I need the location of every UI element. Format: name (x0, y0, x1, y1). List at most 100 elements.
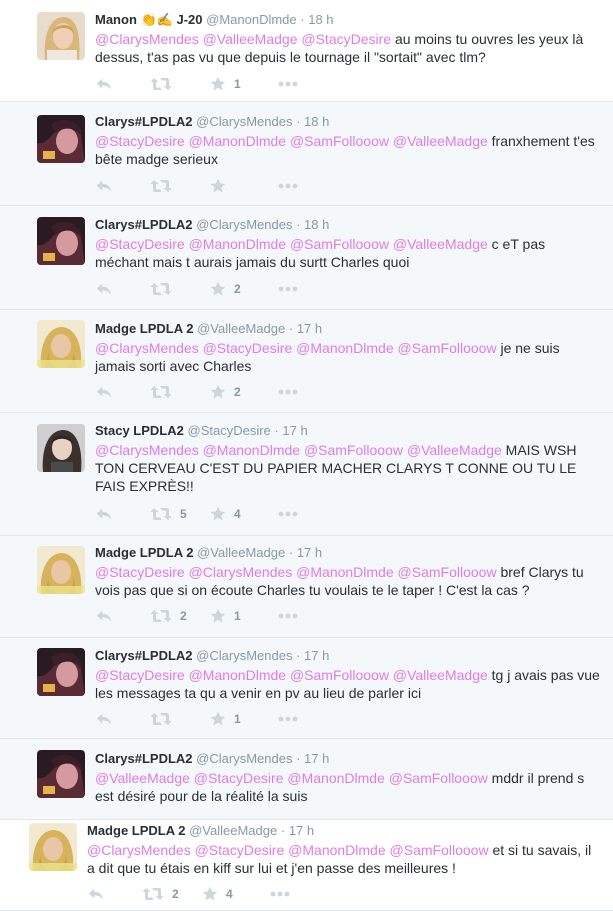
mention-link[interactable]: @ValleeMadge (393, 236, 488, 252)
tweet[interactable]: Manon 👏✍ J-20 @ManonDlmde · 18 h @ClarysM… (0, 0, 613, 102)
more-button[interactable] (278, 382, 298, 402)
user-handle[interactable]: @ValleeMadge (197, 321, 285, 336)
reply-button[interactable] (95, 606, 113, 626)
mention-link[interactable]: @StacyDesire (95, 564, 185, 580)
avatar[interactable] (37, 750, 85, 798)
more-button[interactable] (278, 504, 298, 524)
mention-link[interactable]: @StacyDesire (195, 842, 285, 858)
user-name[interactable]: Clarys#LPDLA2 (95, 217, 193, 232)
user-handle[interactable]: @ClarysMendes (196, 217, 292, 232)
tweet-time[interactable]: 17 h (282, 423, 307, 438)
mention-link[interactable]: @ManonDlmde (189, 236, 286, 252)
reply-button[interactable] (95, 279, 113, 299)
retweet-button[interactable]: 5 (150, 504, 187, 524)
reply-button[interactable] (95, 74, 113, 94)
mention-link[interactable]: @StacyDesire (301, 31, 391, 47)
retweet-button[interactable]: 2 (142, 884, 179, 904)
user-name[interactable]: Stacy LPDLA2 (95, 423, 184, 438)
mention-link[interactable]: @SamFollooow (290, 133, 389, 149)
mention-link[interactable]: @SamFollooow (390, 842, 489, 858)
retweet-button[interactable] (150, 709, 180, 729)
mention-link[interactable]: @ManonDlmde (287, 770, 384, 786)
reply-button[interactable] (95, 382, 113, 402)
user-name[interactable]: Manon 👏✍ J-20 (95, 12, 203, 27)
more-button[interactable] (278, 74, 298, 94)
tweet-time[interactable]: 17 h (297, 545, 322, 560)
tweet-time[interactable]: 18 h (308, 12, 333, 27)
more-button[interactable] (278, 709, 298, 729)
more-button[interactable] (278, 606, 298, 626)
retweet-button[interactable]: 2 (150, 606, 187, 626)
mention-link[interactable]: @StacyDesire (95, 667, 185, 683)
tweet[interactable]: Clarys#LPDLA2 @ClarysMendes · 17 h @Valle… (0, 739, 613, 820)
avatar[interactable] (37, 424, 85, 472)
user-name[interactable]: Madge LPDLA 2 (95, 321, 193, 336)
retweet-button[interactable] (150, 279, 180, 299)
user-handle[interactable]: @ValleeMadge (197, 545, 285, 560)
avatar[interactable] (37, 546, 85, 594)
avatar[interactable] (37, 115, 85, 163)
user-name[interactable]: Clarys#LPDLA2 (95, 751, 193, 766)
tweet[interactable]: Clarys#LPDLA2 @ClarysMendes · 18 h @Stacy… (0, 102, 613, 206)
mention-link[interactable]: @ValleeMadge (95, 770, 190, 786)
user-handle[interactable]: @ValleeMadge (189, 823, 277, 838)
tweet-time[interactable]: 17 h (297, 321, 322, 336)
user-handle[interactable]: @ClarysMendes (196, 751, 292, 766)
user-handle[interactable]: @StacyDesire (188, 423, 271, 438)
avatar[interactable] (37, 217, 85, 265)
favorite-button[interactable]: 4 (202, 884, 233, 904)
mention-link[interactable]: @ValleeMadge (393, 133, 488, 149)
more-button[interactable] (270, 884, 290, 904)
tweet-time[interactable]: 18 h (304, 217, 329, 232)
more-button[interactable] (278, 176, 298, 196)
tweet-time[interactable]: 18 h (304, 114, 329, 129)
user-name[interactable]: Madge LPDLA 2 (87, 823, 185, 838)
mention-link[interactable]: @ValleeMadge (407, 442, 502, 458)
mention-link[interactable]: @ClarysMendes (95, 31, 199, 47)
mention-link[interactable]: @ClarysMendes (95, 442, 199, 458)
retweet-button[interactable] (150, 74, 180, 94)
mention-link[interactable]: @SamFollooow (398, 564, 497, 580)
mention-link[interactable]: @ClarysMendes (87, 842, 191, 858)
mention-link[interactable]: @ManonDlmde (288, 842, 385, 858)
mention-link[interactable]: @ManonDlmde (296, 340, 393, 356)
reply-button[interactable] (95, 709, 113, 729)
avatar[interactable] (29, 823, 77, 871)
mention-link[interactable]: @ManonDlmde (203, 442, 300, 458)
reply-button[interactable] (95, 176, 113, 196)
mention-link[interactable]: @ValleeMadge (203, 31, 298, 47)
reply-button[interactable] (87, 884, 105, 904)
favorite-button[interactable]: 4 (210, 504, 241, 524)
mention-link[interactable]: @StacyDesire (203, 340, 293, 356)
tweet-time[interactable]: 17 h (304, 648, 329, 663)
mention-link[interactable]: @ClarysMendes (95, 340, 199, 356)
reply-button[interactable] (95, 504, 113, 524)
tweet-time[interactable]: 17 h (289, 823, 314, 838)
mention-link[interactable]: @SamFollooow (304, 442, 403, 458)
more-button[interactable] (278, 279, 298, 299)
favorite-button[interactable]: 2 (210, 279, 241, 299)
avatar[interactable] (37, 648, 85, 696)
favorite-button[interactable] (210, 176, 234, 196)
mention-link[interactable]: @ManonDlmde (189, 133, 286, 149)
retweet-button[interactable] (150, 382, 180, 402)
mention-link[interactable]: @ValleeMadge (393, 667, 488, 683)
mention-link[interactable]: @StacyDesire (95, 236, 185, 252)
favorite-button[interactable]: 1 (210, 606, 241, 626)
mention-link[interactable]: @SamFollooow (290, 667, 389, 683)
mention-link[interactable]: @ManonDlmde (296, 564, 393, 580)
mention-link[interactable]: @SamFollooow (389, 770, 488, 786)
mention-link[interactable]: @StacyDesire (95, 133, 185, 149)
retweet-button[interactable] (150, 176, 180, 196)
avatar[interactable] (37, 320, 85, 368)
user-handle[interactable]: @ManonDlmde (206, 12, 297, 27)
tweet[interactable]: Clarys#LPDLA2 @ClarysMendes · 17 h @Stacy… (0, 638, 613, 739)
mention-link[interactable]: @ClarysMendes (189, 564, 293, 580)
tweet[interactable]: Stacy LPDLA2 @StacyDesire · 17 h @ClarysM… (0, 413, 613, 536)
user-handle[interactable]: @ClarysMendes (196, 648, 292, 663)
tweet[interactable]: Clarys#LPDLA2 @ClarysMendes · 18 h @Stacy… (0, 206, 613, 310)
user-name[interactable]: Madge LPDLA 2 (95, 545, 193, 560)
mention-link[interactable]: @ManonDlmde (189, 667, 286, 683)
tweet[interactable]: Madge LPDLA 2 @ValleeMadge · 17 h @Clarys… (0, 310, 613, 413)
user-handle[interactable]: @ClarysMendes (196, 114, 292, 129)
